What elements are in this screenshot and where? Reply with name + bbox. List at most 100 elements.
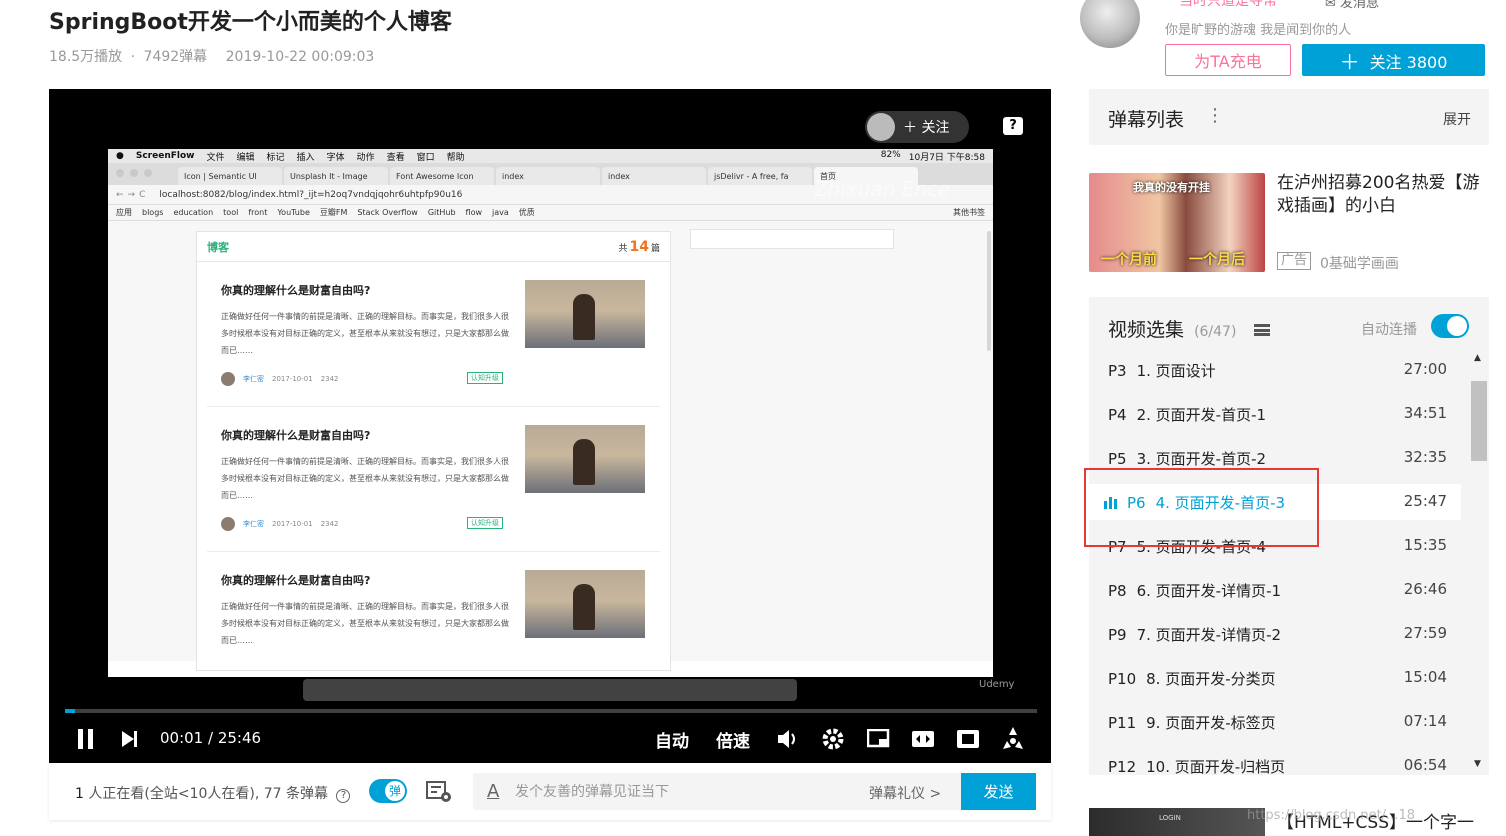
progress-bar[interactable]	[65, 709, 1037, 713]
ad-uploader[interactable]: 0基础学画画	[1320, 253, 1399, 273]
post-tag: 认知升级	[467, 517, 503, 529]
menubar-item: 文件	[206, 152, 225, 163]
bookmark: blogs	[142, 208, 164, 217]
autoplay-label: 自动连播	[1361, 322, 1417, 338]
playlist-item[interactable]: P4 2. 页面开发-首页-1 34:51	[1089, 396, 1461, 432]
autoplay-switch[interactable]	[1431, 314, 1469, 338]
uploader-name[interactable]: 一当时只道是寻常	[1165, 0, 1277, 10]
send-danmaku-button[interactable]: 发送	[961, 773, 1036, 810]
playlist-item-p: P4	[1108, 406, 1127, 424]
playlist-item-duration: 06:54	[1403, 756, 1447, 774]
post-image	[525, 570, 645, 638]
browser-tab: Font Awesome Icon	[390, 167, 494, 185]
count-suffix: 篇	[650, 243, 660, 254]
menubar-item: 插入	[296, 152, 315, 163]
danmaku-toggle-label: 弹	[385, 781, 405, 801]
web-fullscreen-icon[interactable]	[956, 729, 980, 753]
playlist-item[interactable]: P12 10. 页面开发-归档页 06:54	[1089, 748, 1461, 775]
playlist-item-text: P8 6. 页面开发-详情页-1	[1108, 580, 1281, 601]
video-meta: 18.5万播放 · 7492弹幕 2019-10-22 00:09:03	[49, 46, 378, 66]
widescreen-icon[interactable]	[911, 729, 935, 753]
playlist-item-p: P10	[1108, 670, 1137, 688]
menubar-item: 帮助	[446, 152, 465, 163]
fullscreen-icon[interactable]	[1001, 727, 1025, 755]
danmaku-toggle[interactable]: 弹	[369, 779, 407, 803]
playlist-item-text: P9 7. 页面开发-详情页-2	[1108, 624, 1281, 645]
uploader-avatar-small	[867, 113, 895, 141]
playlist-item-text: P10 8. 页面开发-分类页	[1108, 668, 1276, 689]
blog-header-title: 博客	[207, 240, 229, 254]
bookmark: GitHub	[427, 208, 456, 217]
playlist-count: (6/47)	[1194, 324, 1237, 340]
menubar-status: 82% 10月7日 下午8:58	[881, 150, 985, 163]
page-scrollbar	[987, 231, 991, 351]
search-box	[690, 229, 894, 249]
post-excerpt: 正确做好任何一件事情的前提是清晰、正确的理解目标。而事实是，我们很多人很多时候根…	[221, 457, 509, 500]
browser-tab: Unsplash It - Image	[284, 167, 388, 185]
danmaku-input[interactable]	[515, 781, 815, 803]
playlist-scrollbar[interactable]: ▲ ▼	[1471, 353, 1487, 771]
playlist-item-duration: 32:35	[1403, 448, 1447, 466]
danmaku-style-icon[interactable]: A	[487, 781, 499, 802]
bookmark: front	[248, 208, 268, 217]
playlist-item-p: P5	[1108, 450, 1127, 468]
playlist-item-name: 8. 页面开发-分类页	[1146, 670, 1276, 688]
playlist-item[interactable]: P9 7. 页面开发-详情页-2 27:59	[1089, 616, 1461, 652]
danmaku-list-title: 弹幕列表	[1108, 109, 1185, 131]
pip-icon[interactable]	[866, 728, 891, 753]
scroll-up-icon[interactable]: ▲	[1474, 353, 1481, 363]
menubar-item: 编辑	[236, 152, 255, 163]
playlist-item[interactable]: P10 8. 页面开发-分类页 15:04	[1089, 660, 1461, 696]
video-player[interactable]: ● ScreenFlow 文件 编辑 标记 插入 字体 动作 查看 窗口 帮助 …	[49, 89, 1051, 763]
recommend-thumbnail[interactable]: LOGIN	[1089, 808, 1265, 836]
question-icon[interactable]: ?	[336, 789, 351, 803]
ad-title[interactable]: 在泸州招募200名热爱【游戏插画】的小白	[1277, 172, 1487, 218]
ad-image[interactable]: 我真的没有开挂 一个月前 一个月后	[1089, 173, 1265, 272]
danmaku-list-panel[interactable]: 弹幕列表 ⋮ 展开	[1089, 89, 1489, 145]
more-icon[interactable]: ⋮	[1206, 105, 1224, 126]
csdn-watermark: https://blog.csdn.net/...18	[1247, 808, 1415, 823]
bookmark: 优质	[518, 208, 535, 217]
follow-button[interactable]: ＋ 关注 3800	[1302, 44, 1485, 76]
post-views: 2342	[320, 520, 339, 528]
browser-tab: index	[496, 167, 600, 185]
expand-button[interactable]: 展开	[1443, 109, 1471, 129]
count-value: 14	[629, 238, 649, 255]
danmaku-settings-icon[interactable]	[426, 781, 452, 803]
ad-image-caption: 我真的没有开挂	[1133, 181, 1210, 194]
post-excerpt: 正确做好任何一件事情的前提是清晰、正确的理解目标。而事实是，我们很多人很多时候根…	[221, 312, 509, 355]
ad-badge: 广告	[1277, 252, 1312, 270]
send-message-link[interactable]: ✉ 发消息	[1325, 0, 1379, 11]
clock: 10月7日 下午8:58	[908, 152, 985, 163]
menubar-item: ScreenFlow	[135, 151, 195, 161]
post-views: 2342	[320, 375, 339, 383]
pause-icon[interactable]	[77, 729, 95, 753]
playlist-item-name: 10. 页面开发-归档页	[1146, 758, 1286, 775]
playlist-item-text: P3 1. 页面设计	[1108, 360, 1216, 381]
uploader-avatar[interactable]	[1080, 0, 1140, 48]
bookmark: java	[492, 208, 509, 217]
playlist-item-text: P11 9. 页面开发-标签页	[1108, 712, 1276, 733]
player-follow-button[interactable]: ＋ 关注	[865, 111, 969, 143]
viewer-text: 人正在看(全站<10人在看), 77 条弹幕	[88, 786, 329, 802]
settings-icon[interactable]	[821, 727, 845, 755]
speed-button[interactable]: 倍速	[716, 727, 750, 752]
charge-button[interactable]: 为TA充电	[1165, 44, 1291, 76]
menubar-item: 标记	[266, 152, 285, 163]
playlist-item[interactable]: P3 1. 页面设计 27:00	[1089, 352, 1461, 388]
volume-icon[interactable]	[777, 729, 801, 753]
ad-image-right: 一个月后	[1189, 252, 1245, 268]
help-icon[interactable]: ?	[1003, 117, 1023, 135]
scroll-down-icon[interactable]: ▼	[1474, 759, 1481, 769]
video-title: SpringBoot开发一个小而美的个人博客	[49, 10, 452, 35]
next-icon[interactable]	[121, 730, 139, 752]
playlist-item[interactable]: P8 6. 页面开发-详情页-1 26:46	[1089, 572, 1461, 608]
quality-button[interactable]: 自动	[655, 727, 689, 752]
playlist-item[interactable]: P11 9. 页面开发-标签页 07:14	[1089, 704, 1461, 740]
bookmark: flow	[465, 208, 483, 217]
post-excerpt: 正确做好任何一件事情的前提是清晰、正确的理解目标。而事实是，我们很多人很多时候根…	[221, 602, 509, 645]
list-icon[interactable]	[1254, 324, 1271, 336]
danmaku-etiquette-link[interactable]: 弹幕礼仪 >	[869, 783, 941, 803]
recommend-thumb-text: LOGIN	[1159, 814, 1181, 822]
scroll-thumb[interactable]	[1471, 381, 1487, 461]
